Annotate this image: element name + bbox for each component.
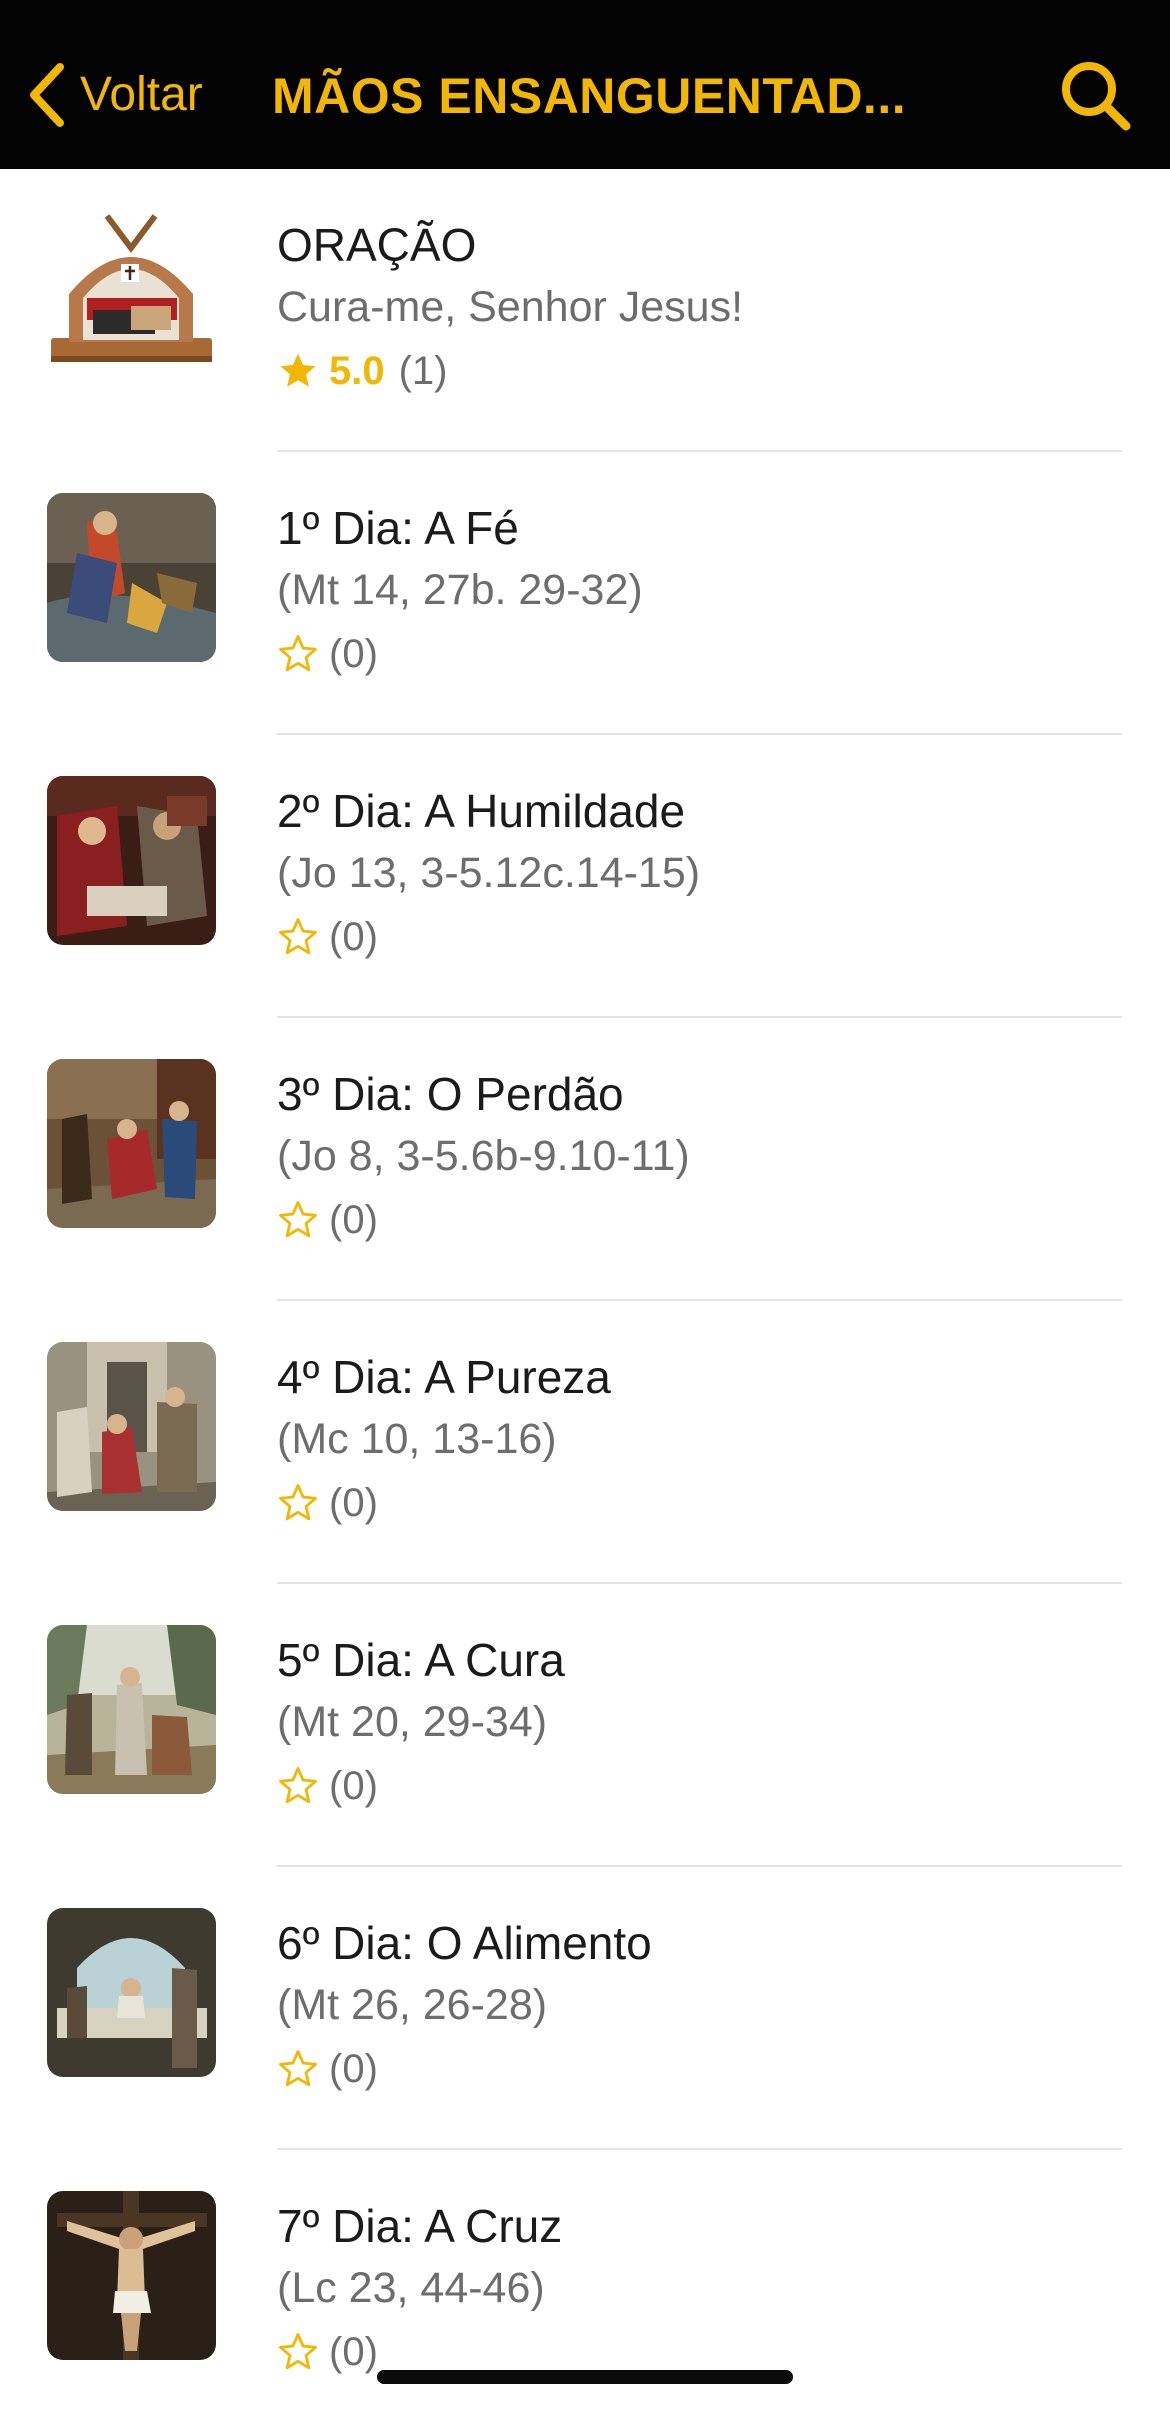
- rating-count: (0): [329, 2329, 378, 2374]
- rating: (0): [277, 1194, 1130, 1246]
- back-button[interactable]: Voltar: [26, 56, 203, 134]
- rating-count: (0): [329, 631, 378, 676]
- star-outline-icon: [279, 1767, 317, 1804]
- rating-count: (0): [329, 1480, 378, 1525]
- item-subtitle: (Jo 13, 3-5.12c.14-15): [277, 849, 701, 897]
- navigation-bar: Voltar MÃOS ENSANGUENTAD...: [0, 0, 1170, 169]
- rating-count: (0): [329, 914, 378, 959]
- item-title: 4º Dia: A Pureza: [277, 1351, 611, 1403]
- day-3-thumbnail: [47, 1059, 216, 1228]
- item-title: ORAÇÃO: [277, 219, 477, 271]
- star-outline-icon: [279, 918, 317, 955]
- star-outline-icon: [279, 2050, 317, 2087]
- rating-count: (0): [329, 2046, 378, 2091]
- back-label: Voltar: [80, 68, 203, 121]
- rating-value: 5.0: [329, 348, 385, 393]
- prayer-list: ORAÇÃO Cura-me, Senhor Jesus! 5.0 (1) 1º…: [0, 169, 1170, 2433]
- item-title: 6º Dia: O Alimento: [277, 1917, 652, 1969]
- day-4-thumbnail: [47, 1342, 216, 1511]
- day-5-thumbnail: [47, 1625, 216, 1794]
- page-title: MÃOS ENSANGUENTAD...: [272, 68, 907, 124]
- rating: 5.0 (1): [277, 345, 1130, 397]
- item-subtitle: (Mt 26, 26-28): [277, 1981, 548, 2029]
- list-item-day-7[interactable]: 7º Dia: A Cruz (Lc 23, 44-46) (0): [0, 2150, 1170, 2433]
- search-icon: [1062, 62, 1131, 131]
- rating: (0): [277, 1760, 1130, 1812]
- star-outline-icon: [279, 1484, 317, 1521]
- list-item-day-5[interactable]: 5º Dia: A Cura (Mt 20, 29-34) (0): [0, 1584, 1170, 1867]
- list-item-day-1[interactable]: 1º Dia: A Fé (Mt 14, 27b. 29-32) (0): [0, 452, 1170, 735]
- star-outline-icon: [279, 2333, 317, 2370]
- item-subtitle: Cura-me, Senhor Jesus!: [277, 283, 744, 331]
- oracao-thumbnail: [47, 210, 216, 379]
- list-item-day-2[interactable]: 2º Dia: A Humildade (Jo 13, 3-5.12c.14-1…: [0, 735, 1170, 1018]
- item-title: 1º Dia: A Fé: [277, 502, 519, 554]
- rating-count: (0): [329, 1197, 378, 1242]
- star-outline-icon: [279, 1201, 317, 1238]
- star-outline-icon: [279, 635, 317, 672]
- rating: (0): [277, 1477, 1130, 1529]
- rating: (0): [277, 911, 1130, 963]
- day-7-thumbnail: [47, 2191, 216, 2360]
- item-title: 2º Dia: A Humildade: [277, 785, 686, 837]
- item-subtitle: (Lc 23, 44-46): [277, 2264, 545, 2312]
- item-title: 3º Dia: O Perdão: [277, 1068, 624, 1120]
- item-subtitle: (Jo 8, 3-5.6b-9.10-11): [277, 1132, 690, 1180]
- list-item-day-3[interactable]: 3º Dia: O Perdão (Jo 8, 3-5.6b-9.10-11) …: [0, 1018, 1170, 1301]
- day-1-thumbnail: [47, 493, 216, 662]
- rating: (0): [277, 628, 1130, 680]
- rating-count: (0): [329, 1763, 378, 1808]
- item-title: 5º Dia: A Cura: [277, 1634, 565, 1686]
- list-item-oracao[interactable]: ORAÇÃO Cura-me, Senhor Jesus! 5.0 (1): [0, 169, 1170, 452]
- chevron-left-icon: [30, 63, 64, 127]
- item-subtitle: (Mt 20, 29-34): [277, 1698, 548, 1746]
- day-2-thumbnail: [47, 776, 216, 945]
- list-item-day-6[interactable]: 6º Dia: O Alimento (Mt 26, 26-28) (0): [0, 1867, 1170, 2150]
- star-filled-icon: [280, 353, 316, 387]
- item-title: 7º Dia: A Cruz: [277, 2200, 563, 2252]
- item-subtitle: (Mc 10, 13-16): [277, 1415, 557, 1463]
- item-subtitle: (Mt 14, 27b. 29-32): [277, 566, 643, 614]
- day-6-thumbnail: [47, 1908, 216, 2077]
- rating: (0): [277, 2043, 1130, 2095]
- rating-count: (1): [398, 348, 448, 393]
- home-indicator[interactable]: [377, 2370, 793, 2384]
- search-button[interactable]: [1058, 58, 1134, 139]
- list-item-day-4[interactable]: 4º Dia: A Pureza (Mc 10, 13-16) (0): [0, 1301, 1170, 1584]
